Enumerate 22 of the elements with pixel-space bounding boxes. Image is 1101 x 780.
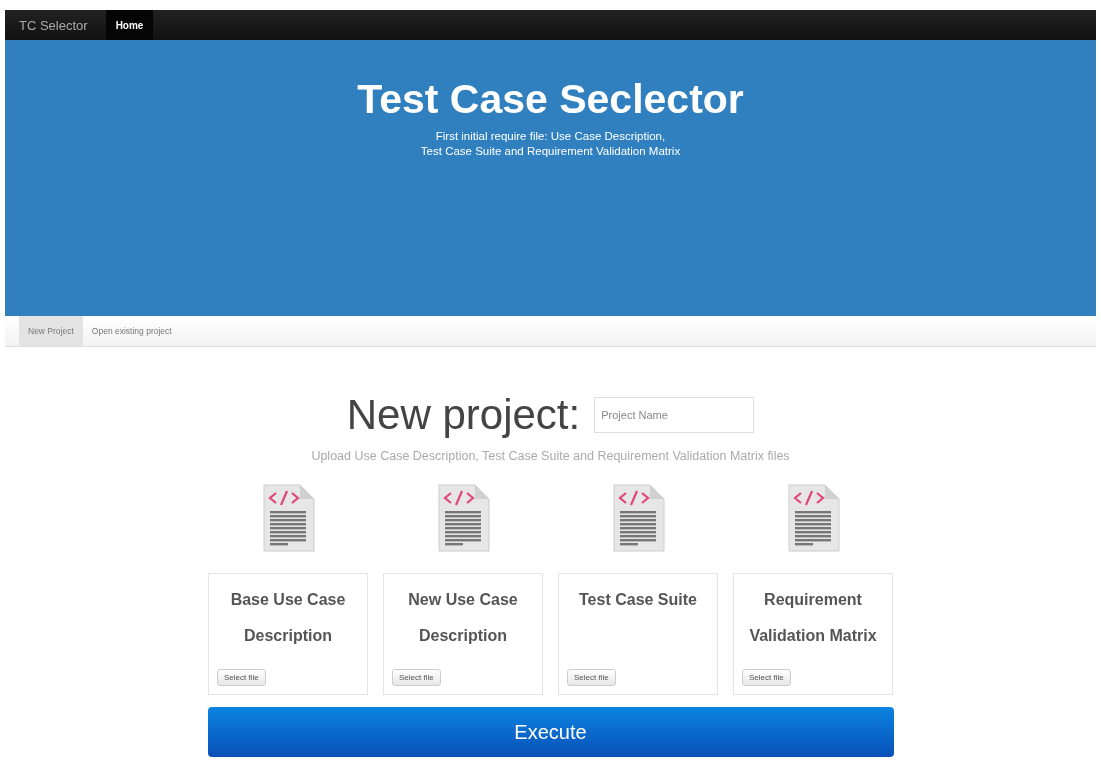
tab[interactable]: Open existing project	[82, 316, 181, 346]
card-title: Base Use Case Description	[229, 590, 347, 646]
select-file-button[interactable]: Select file	[742, 669, 791, 686]
page-heading: New project:	[346, 391, 581, 439]
code-file-icon	[785, 483, 841, 553]
hero-title: Test Case Seclector	[357, 76, 744, 123]
card-title: Test Case Suite	[578, 590, 698, 610]
select-file-button[interactable]: Select file	[392, 669, 441, 686]
code-file-icon	[610, 483, 666, 553]
hero-subtitle: First initial require file: Use Case Description, Test Case Suite and Requirement Validation Matrix	[420, 129, 681, 159]
instructions: Upload Use Case Description, Test Case Suite and Requirement Validation Matrix files	[311, 449, 790, 463]
project-name-field[interactable]: Project Name	[594, 397, 755, 433]
card-title: New Use Case Description	[407, 590, 519, 646]
tab[interactable]: New Project	[19, 316, 83, 346]
nav-link[interactable]: Home	[105, 10, 154, 40]
execute-button[interactable]: Execute	[207, 707, 894, 757]
card-title: Requirement Validation Matrix	[748, 590, 878, 646]
select-file-button[interactable]: Select file	[217, 669, 266, 686]
code-file-icon	[260, 483, 316, 553]
select-file-button[interactable]: Select file	[567, 669, 616, 686]
brand[interactable]: TC Selector	[19, 17, 88, 33]
code-file-icon	[435, 483, 491, 553]
